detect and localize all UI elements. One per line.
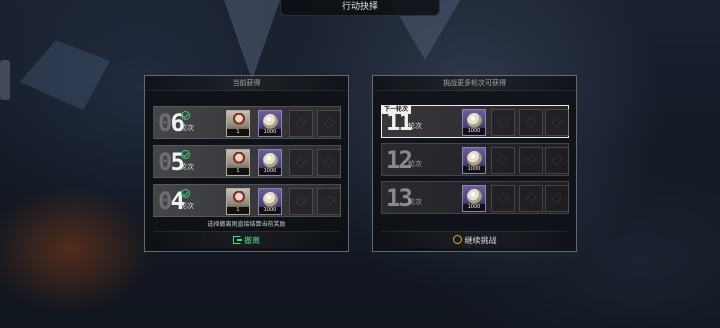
- empty-slot-icon: [525, 116, 537, 128]
- continue-challenge-button[interactable]: 继续挑战: [381, 231, 568, 248]
- empty-slot-icon: [295, 156, 307, 168]
- reward-count: 1000: [463, 128, 485, 135]
- current-rewards-panel: 当前获得 06 轮次 1 1000 05 轮次 1 1000 04 轮次 1 1…: [144, 75, 349, 252]
- round-row: 13 轮次 1000: [381, 181, 569, 214]
- character-card-icon: [232, 113, 246, 127]
- empty-reward-slot: [491, 109, 515, 136]
- empty-slot-icon: [551, 154, 563, 166]
- round-row: 05 轮次 1 1000: [153, 145, 341, 178]
- empty-slot-icon: [497, 192, 509, 204]
- round-row: 04 轮次 1 1000: [153, 184, 341, 217]
- reward-slot-coin[interactable]: 1000: [258, 110, 282, 137]
- reward-slot-coin[interactable]: 1000: [462, 109, 486, 136]
- future-rewards-panel: 挑战更多轮次可获得 11 下一轮次 轮次 1000 12 轮次 1000 13 …: [372, 75, 577, 252]
- reward-count: 1000: [259, 129, 281, 136]
- round-label: 轮次: [180, 202, 194, 210]
- round-label: 轮次: [180, 163, 194, 171]
- coin-card-icon: [467, 151, 482, 166]
- round-row-next: 11 下一轮次 轮次 1000: [381, 105, 569, 138]
- retreat-hint: 选择撤离则直接结算当前奖励: [207, 221, 286, 228]
- exit-icon: [233, 236, 242, 244]
- round-label: 轮次: [180, 124, 194, 132]
- empty-reward-slot: [491, 147, 515, 174]
- coin-card-icon: [263, 114, 278, 129]
- round-row: 06 轮次 1 1000: [153, 106, 341, 139]
- check-icon: [181, 111, 190, 120]
- reward-count: 1000: [259, 207, 281, 214]
- ring-icon: [452, 235, 462, 244]
- round-label: 轮次: [408, 160, 422, 168]
- empty-reward-slot: [289, 149, 313, 176]
- reward-slot-coin[interactable]: 1000: [462, 147, 486, 174]
- empty-reward-slot: [545, 109, 569, 136]
- reward-count: 1000: [463, 204, 485, 211]
- empty-slot-icon: [551, 192, 563, 204]
- character-card-icon: [232, 191, 246, 205]
- empty-slot-icon: [323, 195, 335, 207]
- panel-title: 挑战更多轮次可获得: [373, 76, 576, 91]
- empty-slot-icon: [295, 117, 307, 129]
- empty-reward-slot: [545, 185, 569, 212]
- next-round-tag: 下一轮次: [381, 105, 412, 114]
- empty-reward-slot: [545, 147, 569, 174]
- coin-card-icon: [263, 153, 278, 168]
- round-row: 12 轮次 1000: [381, 143, 569, 176]
- empty-slot-icon: [525, 154, 537, 166]
- round-label: 轮次: [408, 122, 422, 130]
- screen-title: 行动抉择: [280, 0, 440, 16]
- reward-count: 1000: [463, 166, 485, 173]
- reward-slot-coin[interactable]: 1000: [258, 188, 282, 215]
- empty-slot-icon: [525, 192, 537, 204]
- reward-slot-coin[interactable]: 1000: [258, 149, 282, 176]
- empty-reward-slot: [317, 188, 341, 215]
- empty-reward-slot: [519, 109, 543, 136]
- check-icon: [181, 189, 190, 198]
- reward-slot-coin[interactable]: 1000: [462, 185, 486, 212]
- empty-reward-slot: [289, 188, 313, 215]
- background-rock: [20, 40, 110, 110]
- empty-slot-icon: [497, 154, 509, 166]
- retreat-button[interactable]: 撤离: [153, 231, 340, 248]
- empty-reward-slot: [491, 185, 515, 212]
- round-label: 轮次: [408, 198, 422, 206]
- empty-slot-icon: [323, 156, 335, 168]
- reward-slot-character[interactable]: 1: [226, 110, 250, 137]
- panel-title: 当前获得: [145, 76, 348, 91]
- background-ledge: [0, 60, 10, 100]
- reward-count: 1000: [259, 168, 281, 175]
- retreat-button-label: 撤离: [244, 236, 260, 245]
- reward-count: 1: [227, 168, 249, 175]
- coin-card-icon: [263, 192, 278, 207]
- empty-reward-slot: [519, 185, 543, 212]
- reward-count: 1: [227, 129, 249, 136]
- empty-reward-slot: [317, 149, 341, 176]
- reward-slot-character[interactable]: 1: [226, 149, 250, 176]
- empty-slot-icon: [551, 116, 563, 128]
- character-card-icon: [232, 152, 246, 166]
- coin-card-icon: [467, 189, 482, 204]
- reward-slot-character[interactable]: 1: [226, 188, 250, 215]
- empty-slot-icon: [497, 116, 509, 128]
- background-crystal: [224, 0, 280, 80]
- empty-reward-slot: [289, 110, 313, 137]
- continue-button-label: 继续挑战: [464, 236, 497, 245]
- empty-slot-icon: [323, 117, 335, 129]
- empty-slot-icon: [295, 195, 307, 207]
- empty-reward-slot: [317, 110, 341, 137]
- check-icon: [181, 150, 190, 159]
- empty-reward-slot: [519, 147, 543, 174]
- reward-count: 1: [227, 207, 249, 214]
- coin-card-icon: [467, 113, 482, 128]
